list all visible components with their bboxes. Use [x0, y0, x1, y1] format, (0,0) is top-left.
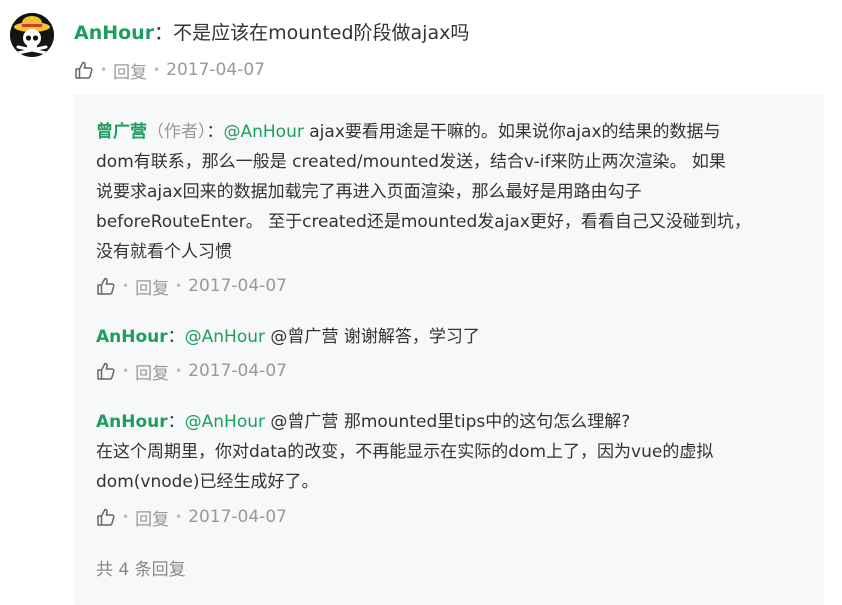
- comment-author[interactable]: AnHour: [74, 22, 154, 44]
- thumbs-up-icon[interactable]: [96, 361, 116, 381]
- reply-text: @曾广营 谢谢解答，学习了: [265, 327, 480, 347]
- author-separator: ：: [206, 122, 224, 142]
- thumbs-up-icon[interactable]: [96, 276, 116, 296]
- reply-date: 2017-04-07: [188, 361, 287, 381]
- reply-line: dom(vnode)已经生成好了。: [96, 472, 319, 492]
- reply-count: 共 4 条回复: [96, 560, 186, 580]
- top-comment: AnHour：不是应该在mounted阶段做ajax吗: [74, 18, 469, 48]
- author-separator: ：: [167, 412, 185, 432]
- reply-line: AnHour：@AnHour @曾广营 谢谢解答，学习了: [96, 322, 806, 352]
- dot-separator: •: [175, 510, 183, 524]
- avatar[interactable]: [10, 13, 54, 57]
- reply-button[interactable]: 回复: [135, 274, 169, 299]
- comment-text: 不是应该在mounted阶段做ajax吗: [173, 22, 470, 44]
- reply-line: 没有就看个人习惯: [96, 242, 232, 262]
- reply-meta: • 回复 • 2017-04-07: [96, 505, 287, 530]
- reply-item: AnHour：@AnHour @曾广营 那mounted里tips中的这句怎么理…: [96, 407, 806, 497]
- reply-button[interactable]: 回复: [113, 58, 147, 83]
- dot-separator: •: [153, 63, 161, 77]
- dot-separator: •: [100, 63, 108, 77]
- dot-separator: •: [122, 279, 130, 293]
- reply-item: 曾广营（作者）：@AnHour ajax要看用途是干嘛的。如果说你ajax的结果…: [96, 117, 806, 267]
- dot-separator: •: [175, 279, 183, 293]
- mention-link[interactable]: @AnHour: [185, 412, 265, 432]
- mention-link[interactable]: @AnHour: [185, 327, 265, 347]
- mention-link[interactable]: @AnHour: [224, 122, 304, 142]
- author-separator: ：: [167, 327, 185, 347]
- reply-date: 2017-04-07: [188, 507, 287, 527]
- reply-meta: • 回复 • 2017-04-07: [96, 274, 287, 299]
- dot-separator: •: [122, 510, 130, 524]
- reply-button[interactable]: 回复: [135, 359, 169, 384]
- reply-line: 曾广营（作者）：@AnHour ajax要看用途是干嘛的。如果说你ajax的结果…: [96, 117, 806, 147]
- thumbs-up-icon[interactable]: [74, 60, 94, 80]
- reply-text: ajax要看用途是干嘛的。如果说你ajax的结果的数据与: [303, 122, 721, 142]
- reply-text: @曾广营 那mounted里tips中的这句怎么理解?: [265, 412, 631, 432]
- straw-hat-skull-icon: [10, 13, 54, 57]
- reply-line: dom有联系，那么一般是 created/mounted发送，结合v-if来防止…: [96, 152, 726, 172]
- reply-author[interactable]: 曾广营: [96, 122, 147, 142]
- comment-thread: AnHour：不是应该在mounted阶段做ajax吗 • 回复 • 2017-…: [0, 0, 842, 605]
- reply-line: 在这个周期里，你对data的改变，不再能显示在实际的dom上了，因为vue的虚拟: [96, 442, 714, 462]
- author-role: （作者）: [147, 122, 207, 142]
- reply-line: beforeRouteEnter。 至于created还是mounted发aja…: [96, 212, 751, 232]
- reply-item: AnHour：@AnHour @曾广营 谢谢解答，学习了: [96, 322, 806, 352]
- author-separator: ：: [154, 22, 174, 44]
- reply-line: AnHour：@AnHour @曾广营 那mounted里tips中的这句怎么理…: [96, 407, 806, 437]
- dot-separator: •: [122, 364, 130, 378]
- comment-meta: • 回复 • 2017-04-07: [74, 58, 265, 83]
- reply-author[interactable]: AnHour: [96, 327, 168, 347]
- reply-meta: • 回复 • 2017-04-07: [96, 359, 287, 384]
- comment-date: 2017-04-07: [166, 60, 265, 80]
- reply-date: 2017-04-07: [188, 276, 287, 296]
- thumbs-up-icon[interactable]: [96, 507, 116, 527]
- dot-separator: •: [175, 364, 183, 378]
- reply-author[interactable]: AnHour: [96, 412, 168, 432]
- reply-line: 说要求ajax回来的数据加载完了再进入页面渲染，那么最好是用路由勾子: [96, 182, 642, 202]
- reply-button[interactable]: 回复: [135, 505, 169, 530]
